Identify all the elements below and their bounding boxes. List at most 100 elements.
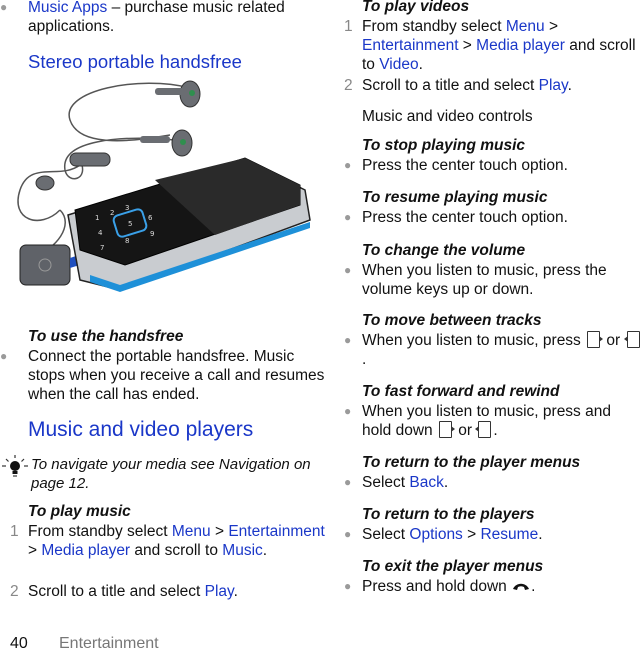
list-item-text: Select: [362, 474, 410, 491]
step-number: 1: [10, 523, 19, 540]
media-player-link[interactable]: Media player: [41, 542, 130, 559]
svg-text:9: 9: [150, 230, 154, 238]
svg-text:8: 8: [125, 237, 129, 245]
bullet-icon: ●: [344, 475, 352, 489]
list-item: ● Press the center touch option.: [335, 156, 644, 175]
tip-lightbulb-icon: [2, 455, 28, 477]
separator: >: [458, 37, 477, 54]
step-number: 2: [344, 77, 353, 94]
punctuation: .: [418, 56, 423, 73]
bullet-icon: ●: [344, 158, 352, 172]
list-item: ● Press the center touch option.: [335, 208, 644, 227]
list-item: ● When you listen to music, press or .: [335, 331, 644, 369]
list-item-text: or: [453, 422, 477, 439]
punctuation: .: [493, 422, 498, 439]
footer-section-title: Entertainment: [59, 635, 159, 652]
list-item-text: Press the center touch option.: [362, 209, 568, 226]
list-item: ● Press and hold down .: [335, 577, 644, 596]
list-item-text: When you listen to music, press the volu…: [362, 262, 607, 298]
section-title-handsfree: Stereo portable handsfree: [28, 51, 242, 72]
bullet-icon: ●: [0, 0, 8, 14]
punctuation: .: [233, 583, 238, 600]
bullet-icon: ●: [344, 579, 352, 593]
music-apps-link[interactable]: Music Apps: [28, 0, 107, 16]
video-link[interactable]: Video: [379, 56, 418, 73]
subheading-controls: Music and video controls: [362, 108, 533, 125]
play-link[interactable]: Play: [539, 77, 568, 94]
step-text: From standby select: [362, 18, 506, 35]
bullet-icon: ●: [344, 263, 352, 277]
bullet-icon: ●: [344, 404, 352, 418]
options-link[interactable]: Options: [409, 526, 462, 543]
punctuation: .: [567, 77, 572, 94]
bullet-icon: ●: [344, 210, 352, 224]
task-title-fast-forward: To fast forward and rewind: [362, 383, 560, 400]
step-text: From standby select: [28, 523, 172, 540]
next-track-key-icon: [587, 331, 604, 348]
entertainment-link[interactable]: Entertainment: [228, 523, 325, 540]
task-title-volume: To change the volume: [362, 242, 526, 259]
phone-handsfree-illustration: 1 2 3 4 5 6 7 8 9: [17, 80, 311, 292]
list-item: ● Connect the portable handsfree. Music …: [0, 347, 325, 404]
previous-track-key-icon: [623, 331, 640, 348]
task-title-play-videos: To play videos: [362, 0, 470, 15]
task-title-play-music: To play music: [28, 503, 131, 520]
step-item: 2 Scroll to a title and select Play.: [0, 582, 325, 601]
bullet-icon: ●: [0, 349, 8, 363]
list-item-text: Press and hold down: [362, 578, 512, 595]
task-title-exit: To exit the player menus: [362, 558, 544, 575]
tip-text: To navigate your media see Navigation on…: [31, 456, 311, 492]
menu-link[interactable]: Menu: [172, 523, 211, 540]
step-item: 1 From standby select Menu > Entertainme…: [0, 522, 325, 560]
punctuation: .: [262, 542, 268, 559]
step-item: 2 Scroll to a title and select Play.: [335, 76, 644, 95]
task-title-tracks: To move between tracks: [362, 312, 542, 329]
list-item-text: When you listen to music, press: [362, 332, 586, 349]
list-item: ● When you listen to music, press and ho…: [335, 402, 644, 440]
svg-text:5: 5: [128, 220, 132, 228]
list-item: ● Music Apps – purchase music related ap…: [0, 0, 300, 36]
menu-link[interactable]: Menu: [506, 18, 545, 35]
bullet-icon: ●: [344, 527, 352, 541]
media-player-link[interactable]: Media player: [476, 37, 565, 54]
svg-text:6: 6: [148, 214, 153, 222]
list-item-text: Select: [362, 526, 410, 543]
bullet-icon: ●: [344, 333, 352, 347]
entertainment-link[interactable]: Entertainment: [362, 37, 459, 54]
end-call-key-icon: [513, 583, 530, 590]
list-item: ● Select Back.: [335, 473, 644, 492]
list-item-text: Connect the portable handsfree. Music st…: [28, 348, 325, 403]
resume-link[interactable]: Resume: [480, 526, 538, 543]
svg-text:1: 1: [95, 214, 99, 222]
svg-text:3: 3: [125, 204, 129, 212]
svg-text:4: 4: [98, 229, 103, 237]
punctuation: .: [362, 351, 367, 368]
task-title-resume: To resume playing music: [362, 189, 548, 206]
separator: >: [544, 18, 558, 35]
music-link[interactable]: Music: [222, 542, 262, 559]
back-link[interactable]: Back: [409, 474, 443, 491]
separator: >: [28, 542, 42, 559]
svg-text:7: 7: [100, 244, 104, 252]
separator: >: [462, 526, 481, 543]
punctuation: .: [538, 526, 543, 543]
step-text: Scroll to a title and select: [362, 77, 539, 94]
task-title-stop: To stop playing music: [362, 137, 526, 154]
previous-track-key-icon: [475, 421, 492, 438]
punctuation: .: [443, 474, 449, 491]
step-number: 2: [10, 583, 19, 600]
step-text: and scroll to: [130, 542, 223, 559]
svg-text:2: 2: [110, 209, 114, 217]
punctuation: .: [531, 578, 536, 595]
task-title-return-menus: To return to the player menus: [362, 454, 581, 471]
page-number: 40: [10, 635, 28, 652]
task-title-use-handsfree: To use the handsfree: [28, 328, 184, 345]
list-item: ● Select Options > Resume.: [335, 525, 644, 544]
play-link[interactable]: Play: [205, 583, 234, 600]
list-item-text: Press the center touch option.: [362, 157, 568, 174]
task-title-return-players: To return to the players: [362, 506, 535, 523]
section-title-players: Music and video players: [28, 418, 254, 441]
step-text: Scroll to a title and select: [28, 583, 205, 600]
step-number: 1: [344, 18, 353, 35]
next-track-key-icon: [438, 421, 455, 438]
